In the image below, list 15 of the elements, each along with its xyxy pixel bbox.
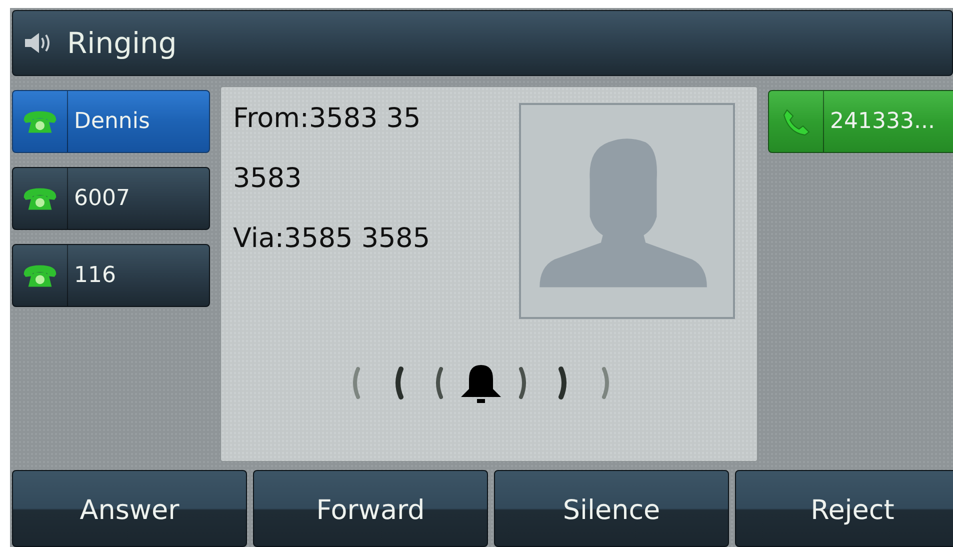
line-key[interactable]: Dennis (12, 90, 210, 153)
caller-info-text: Via:3585 3585 (233, 223, 432, 255)
softkey-button[interactable]: Silence (494, 470, 729, 547)
caller-info-text: From:3583 35 (233, 103, 422, 135)
phone-icon (22, 108, 58, 134)
phone-handset-icon (781, 106, 811, 136)
softkey-button[interactable]: Reject (735, 470, 953, 547)
caller-info-text: 3583 (233, 163, 303, 195)
line-key[interactable]: 116 (12, 244, 210, 307)
line-key[interactable]: 6007 (12, 167, 210, 230)
phone-icon (22, 262, 58, 288)
softkey-button[interactable]: Answer (12, 470, 247, 547)
window-title: Ringing (67, 26, 177, 60)
softkey-button[interactable]: Forward (253, 470, 488, 547)
phone-icon (22, 186, 58, 212)
